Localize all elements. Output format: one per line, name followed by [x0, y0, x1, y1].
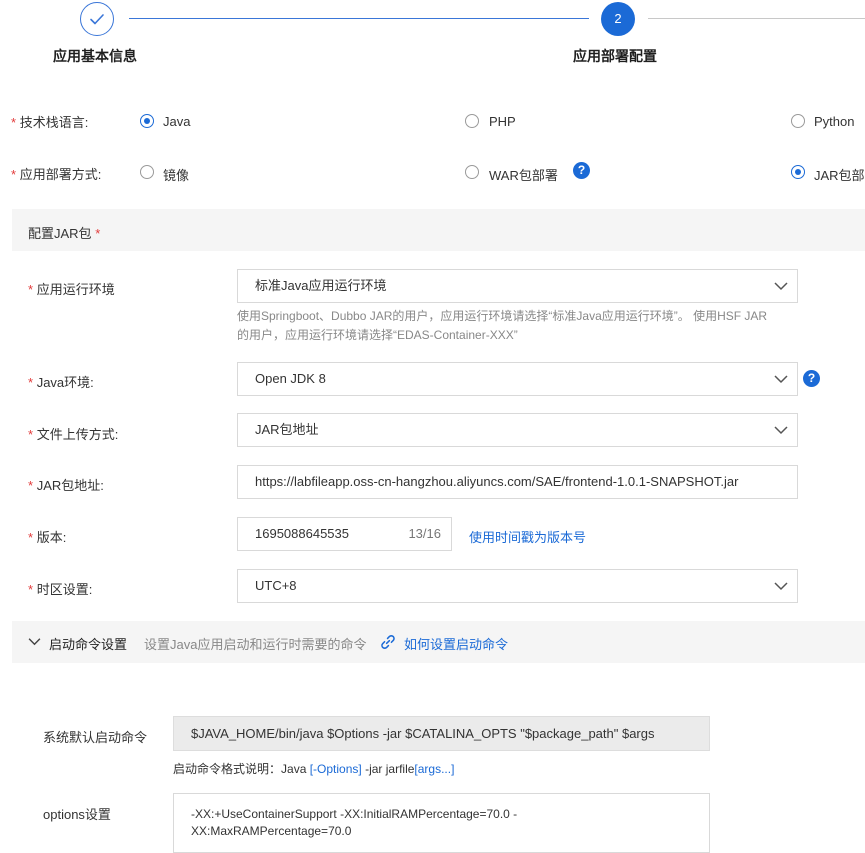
options-textarea[interactable]: -XX:+UseContainerSupport -XX:InitialRAMP…	[173, 793, 710, 853]
required-mark: *	[28, 582, 34, 597]
default-command-label: 系统默认启动命令	[43, 730, 148, 745]
required-mark: *	[11, 115, 17, 130]
required-mark: *	[28, 478, 34, 493]
deploy-war-radio[interactable]	[465, 165, 479, 179]
upload-method-label: * 文件上传方式:	[28, 427, 119, 442]
version-label: * 版本:	[28, 530, 67, 545]
deploy-method-label: * 应用部署方式:	[11, 167, 102, 182]
tech-php-radio[interactable]	[465, 114, 479, 128]
tech-php-label[interactable]: PHP	[489, 114, 516, 129]
format-options-token: [-Options]	[309, 762, 362, 776]
tech-java-label[interactable]: Java	[163, 114, 190, 129]
required-mark: *	[95, 226, 101, 241]
deploy-jar-radio[interactable]	[791, 165, 805, 179]
deploy-jar-label[interactable]: JAR包部署	[814, 165, 865, 184]
upload-method-select[interactable]: JAR包地址	[237, 413, 798, 447]
version-char-counter: 13/16	[408, 526, 441, 541]
check-icon	[89, 13, 104, 24]
jar-section-header: 配置JAR包 *	[12, 209, 865, 251]
step-connector-line-pending	[648, 18, 865, 19]
default-command-value: $JAVA_HOME/bin/java $Options -jar $CATAL…	[191, 726, 655, 741]
runtime-env-select[interactable]: 标准Java应用运行环境	[237, 269, 798, 303]
runtime-env-value: 标准Java应用运行环境	[255, 278, 387, 293]
chevron-down-icon	[774, 282, 788, 291]
step-connector-line	[129, 18, 589, 19]
upload-method-value: JAR包地址	[255, 422, 319, 437]
java-env-label: * Java环境:	[28, 375, 94, 390]
chevron-down-icon	[774, 582, 788, 591]
deploy-image-label[interactable]: 镜像	[163, 165, 189, 184]
jar-section-title: 配置JAR包	[28, 226, 92, 241]
jar-url-value: https://labfileapp.oss-cn-hangzhou.aliyu…	[255, 474, 739, 489]
step-1-done-indicator	[80, 2, 114, 36]
war-help-icon[interactable]: ?	[573, 162, 590, 179]
tech-java-radio[interactable]	[140, 114, 154, 128]
tech-python-radio[interactable]	[791, 114, 805, 128]
startup-section-header[interactable]: 启动命令设置 设置Java应用启动和运行时需要的命令 如何设置启动命令	[12, 621, 865, 663]
java-env-value: Open JDK 8	[255, 371, 326, 386]
required-mark: *	[28, 375, 34, 390]
jar-url-input[interactable]: https://labfileapp.oss-cn-hangzhou.aliyu…	[237, 465, 798, 499]
how-to-set-startup-link[interactable]: 如何设置启动命令	[404, 634, 508, 653]
runtime-env-hint: 使用Springboot、Dubbo JAR的用户，应用运行环境请选择“标准Ja…	[237, 309, 768, 342]
step-2-active-indicator: 2	[601, 2, 635, 36]
link-icon	[381, 635, 395, 649]
timezone-value: UTC+8	[255, 578, 297, 593]
tech-stack-label: * 技术栈语言:	[11, 115, 89, 130]
deploy-image-radio[interactable]	[140, 165, 154, 179]
java-env-help-icon[interactable]: ?	[803, 370, 820, 387]
options-label: options设置	[43, 807, 111, 822]
runtime-env-label: * 应用运行环境	[28, 282, 115, 297]
required-mark: *	[11, 167, 17, 182]
tech-python-label[interactable]: Python	[814, 114, 854, 129]
chevron-down-icon	[774, 375, 788, 384]
jar-url-label: * JAR包地址:	[28, 478, 104, 493]
java-env-select[interactable]: Open JDK 8	[237, 362, 798, 396]
step-2-title[interactable]: 应用部署配置	[573, 46, 657, 66]
step-1-title[interactable]: 应用基本信息	[53, 46, 137, 66]
required-mark: *	[28, 282, 34, 297]
version-value: 1695088645535	[255, 526, 349, 541]
startup-section-description: 设置Java应用启动和运行时需要的命令	[144, 637, 367, 652]
startup-section-title: 启动命令设置	[49, 637, 128, 652]
chevron-down-icon	[774, 426, 788, 435]
required-mark: *	[28, 530, 34, 545]
command-format-note: 启动命令格式说明：Java [-Options] -jar jarfile[ar…	[173, 762, 455, 776]
timezone-label: * 时区设置:	[28, 582, 93, 597]
version-input[interactable]: 1695088645535 13/16	[237, 517, 452, 551]
deploy-war-label[interactable]: WAR包部署	[489, 165, 558, 184]
timezone-select[interactable]: UTC+8	[237, 569, 798, 603]
required-mark: *	[28, 427, 34, 442]
default-command-box: $JAVA_HOME/bin/java $Options -jar $CATAL…	[173, 716, 710, 751]
chevron-down-icon[interactable]	[28, 637, 41, 646]
use-timestamp-link[interactable]: 使用时间戳为版本号	[469, 527, 586, 546]
format-args-token: [args...]	[414, 762, 455, 776]
